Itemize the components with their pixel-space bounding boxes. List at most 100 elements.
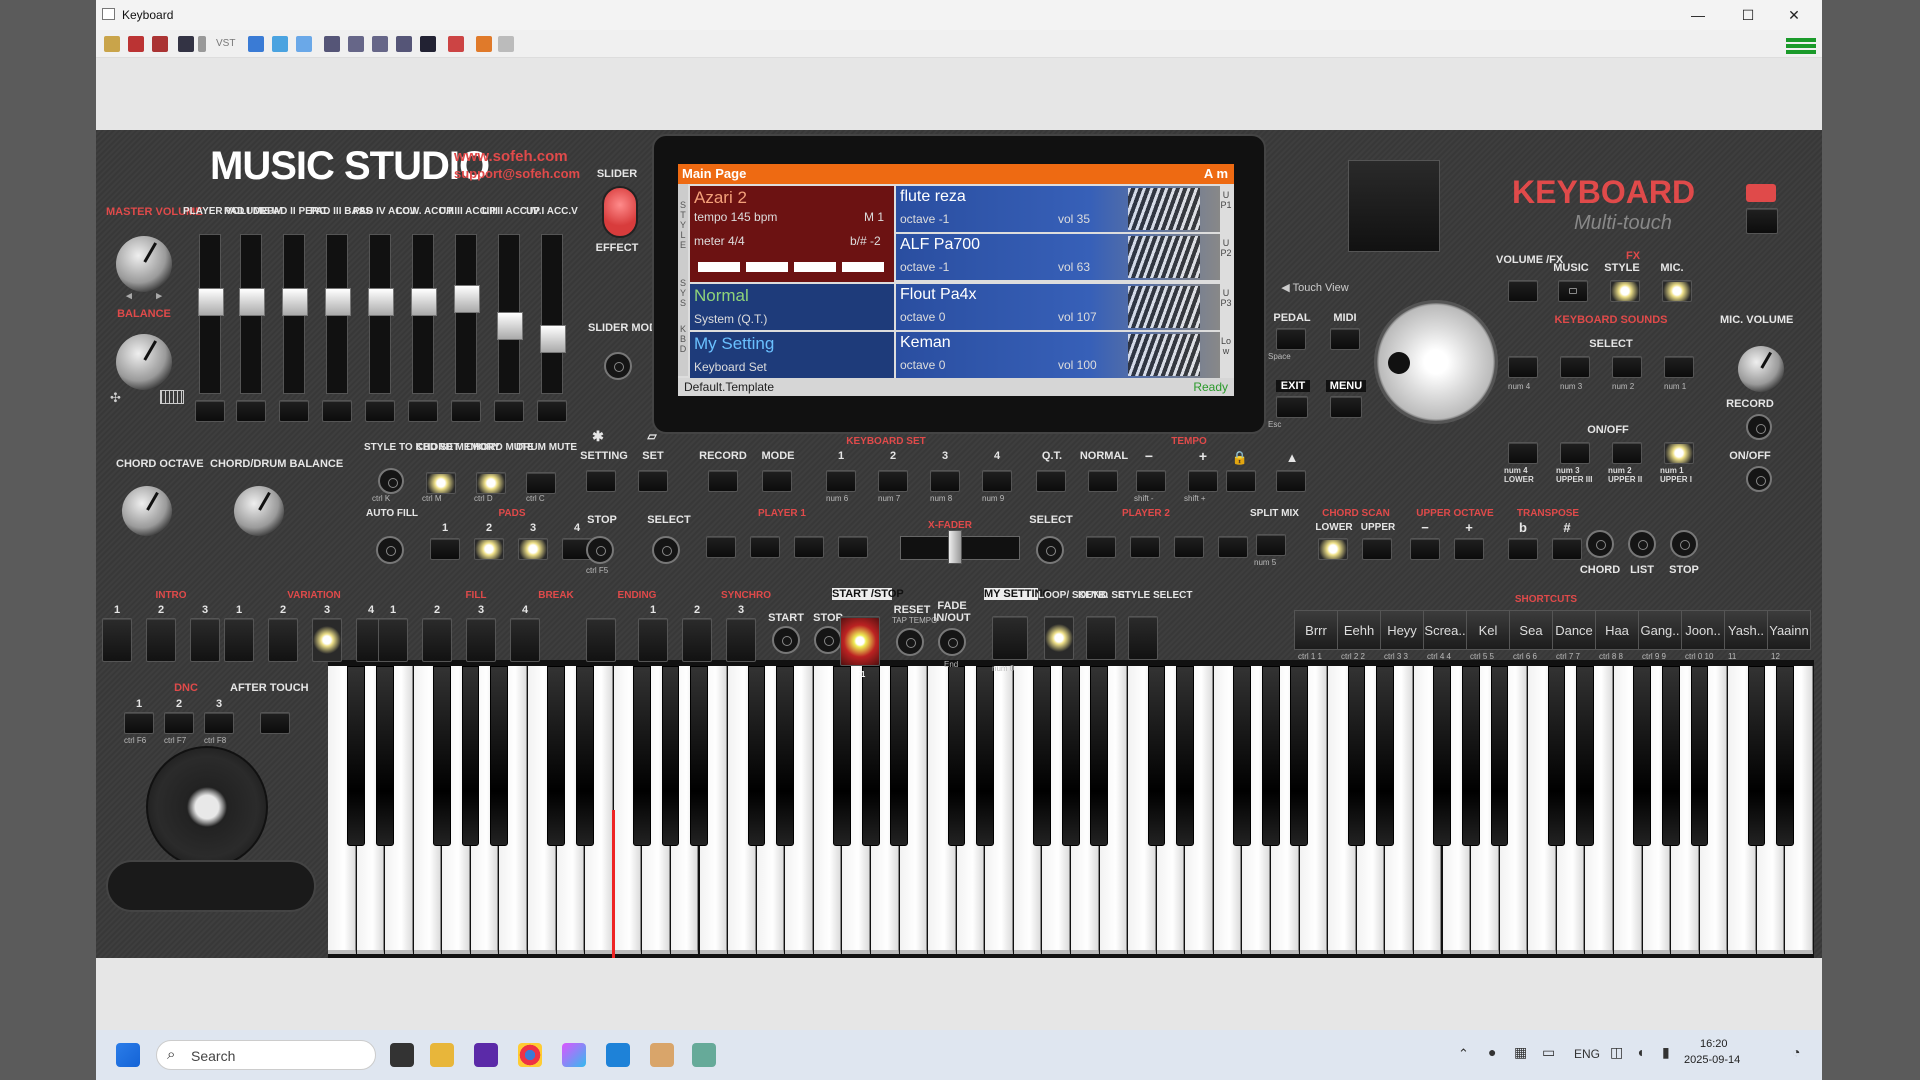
auto-fill-button[interactable] (376, 536, 404, 564)
black-key[interactable] (1061, 666, 1080, 846)
fader-mute-button-6[interactable] (408, 400, 438, 422)
fader-mute-button-1[interactable] (195, 400, 225, 422)
shortcut-button-11[interactable]: Yash.. (1724, 610, 1768, 650)
exit-button[interactable] (1276, 396, 1308, 418)
mic-volume-knob[interactable] (1738, 346, 1784, 392)
yamaha-icon[interactable] (152, 36, 168, 52)
sound-onoff-button-2[interactable] (1560, 442, 1590, 464)
keyboard-sound-select-1[interactable] (1508, 356, 1538, 378)
sound-onoff-button-4[interactable] (1664, 442, 1694, 464)
drum-mute-button[interactable] (526, 472, 556, 494)
dropdown-icon[interactable] (198, 36, 206, 52)
balance-knob[interactable] (116, 334, 172, 390)
black-key[interactable] (1776, 666, 1794, 846)
shortcut-button-5[interactable]: Kel (1466, 610, 1510, 650)
qt-button[interactable] (1036, 470, 1066, 492)
keyb-set-button[interactable] (1086, 616, 1116, 660)
fader-mute-button-9[interactable] (537, 400, 567, 422)
style-to-kbd-set-button[interactable] (378, 468, 404, 494)
language-indicator[interactable]: ENG (1574, 1047, 1600, 1061)
player1-transport-4[interactable] (838, 536, 868, 558)
reset-button[interactable] (896, 628, 924, 656)
touch-view-label[interactable]: ◀ Touch View (1272, 282, 1358, 294)
fader-mute-button-5[interactable] (365, 400, 395, 422)
tempo-minus-button[interactable] (1136, 470, 1166, 492)
chord-scan-upper-button[interactable] (1362, 538, 1392, 560)
pad-button-1[interactable] (430, 538, 460, 560)
vscode-icon[interactable] (606, 1043, 630, 1067)
camera-button[interactable] (1746, 208, 1778, 234)
refresh-icon[interactable] (476, 36, 492, 52)
volume-tray-icon[interactable]: ◖ (1636, 1044, 1644, 1060)
ribbon-controller[interactable] (106, 860, 316, 912)
black-key[interactable] (1690, 666, 1709, 846)
fader-cap-3[interactable] (282, 288, 308, 316)
fader-cap-2[interactable] (239, 288, 265, 316)
stop-button[interactable] (1670, 530, 1698, 558)
chord-memory-button[interactable] (426, 472, 456, 494)
visual-studio-icon[interactable] (474, 1043, 498, 1067)
my-setting-button[interactable] (992, 616, 1028, 660)
keyboard-tray-icon[interactable]: ▦ (1514, 1044, 1527, 1061)
file-explorer-icon[interactable] (430, 1043, 454, 1067)
black-key[interactable] (1147, 666, 1166, 846)
black-key[interactable] (376, 666, 394, 846)
sound-onoff-button-1[interactable] (1508, 442, 1538, 464)
chord-mute-button[interactable] (476, 472, 506, 494)
fader-mute-button-3[interactable] (279, 400, 309, 422)
black-key[interactable] (833, 666, 851, 846)
keyboard-set-button-1[interactable] (826, 470, 856, 492)
black-key[interactable] (1261, 666, 1280, 846)
shortcut-button-9[interactable]: Gang.. (1638, 610, 1682, 650)
sound-row-3[interactable]: Flout Pa4x octave 0 vol 107 (896, 284, 1220, 330)
fader-cap-5[interactable] (368, 288, 394, 316)
black-key[interactable] (1033, 666, 1051, 846)
mixer-icon[interactable] (324, 36, 340, 52)
tracks-icon[interactable] (372, 36, 388, 52)
player2-transport-3[interactable] (1174, 536, 1204, 558)
xfader-cap[interactable] (948, 530, 962, 564)
shortcut-button-12[interactable]: Yaainn (1767, 610, 1811, 650)
keyboard-app-icon[interactable] (692, 1043, 716, 1067)
pad-button-2[interactable] (474, 538, 504, 560)
slider-effect-button[interactable] (602, 186, 638, 238)
fill-button-3[interactable] (466, 618, 496, 662)
intro-button-1[interactable] (102, 618, 132, 662)
transpose-sharp-button[interactable] (1552, 538, 1582, 560)
fader-cap-6[interactable] (411, 288, 437, 316)
player1-transport-2[interactable] (750, 536, 780, 558)
joystick-pad[interactable] (146, 746, 268, 868)
ending-button-3[interactable] (726, 618, 756, 662)
brand-email[interactable]: support@sofeh.com (454, 166, 580, 181)
ending-button-2[interactable] (682, 618, 712, 662)
joystick-area[interactable] (1348, 160, 1440, 252)
keyboard-set-button-3[interactable] (930, 470, 960, 492)
task-view-icon[interactable] (390, 1043, 414, 1067)
style-select-button[interactable] (1128, 616, 1158, 660)
shortcut-button-7[interactable]: Dance (1552, 610, 1596, 650)
piano-roll-icon[interactable] (348, 36, 364, 52)
list-button[interactable] (1628, 530, 1656, 558)
vst-label[interactable]: VST (216, 38, 235, 49)
fader-cap-9[interactable] (540, 325, 566, 353)
sound-row-4[interactable]: Keman octave 0 vol 100 (896, 332, 1220, 378)
menu-button[interactable] (1330, 396, 1362, 418)
style-panel[interactable]: Azari 2 tempo 145 bpm M 1 meter 4/4 b/# … (690, 186, 894, 282)
black-key[interactable] (490, 666, 509, 846)
black-key[interactable] (547, 666, 566, 846)
slider-mode-button[interactable] (604, 352, 632, 380)
pedal-button[interactable] (1276, 328, 1306, 350)
black-key[interactable] (747, 666, 766, 846)
player1-transport-3[interactable] (794, 536, 824, 558)
music-button[interactable] (1558, 280, 1588, 302)
black-key[interactable] (633, 666, 651, 846)
black-key[interactable] (690, 666, 709, 846)
window-icon[interactable] (296, 36, 312, 52)
dnc-button-1[interactable] (124, 712, 154, 734)
copilot-icon[interactable] (562, 1043, 586, 1067)
pads-stop-button[interactable] (586, 536, 614, 564)
black-key[interactable] (1547, 666, 1566, 846)
black-key[interactable] (1633, 666, 1652, 846)
break-button-1[interactable] (586, 618, 616, 662)
settings-icon[interactable] (498, 36, 514, 52)
